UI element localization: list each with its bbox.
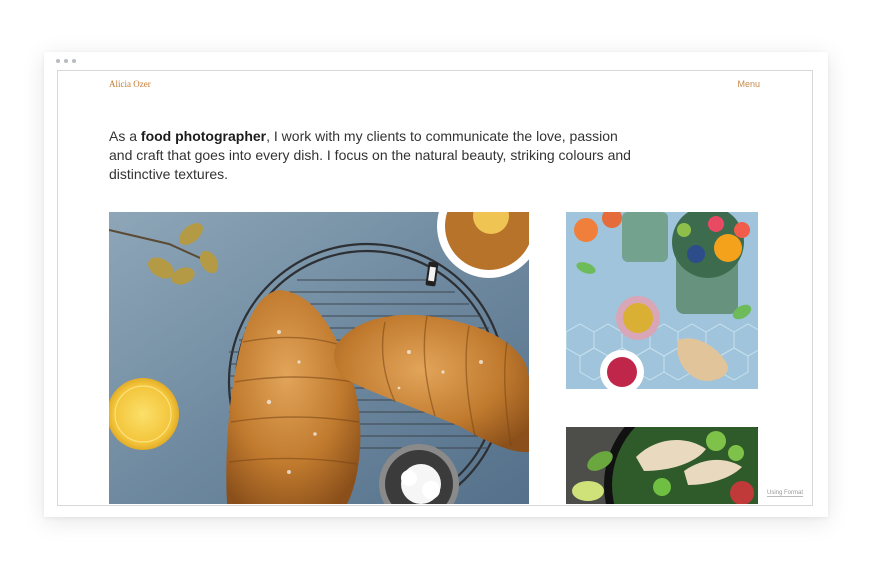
smoothies-image [566, 212, 758, 389]
intro-highlight: food photographer [140, 128, 267, 144]
intro-paragraph: As a food photographer, I work with my c… [109, 127, 634, 184]
site-logo[interactable]: Alicia Ozer [109, 79, 151, 89]
croissants-image [109, 212, 529, 504]
gallery-photo-croissants[interactable] [109, 212, 529, 504]
window-dot-3[interactable] [72, 59, 76, 63]
browser-window: Alicia Ozer Menu As a food photographer,… [44, 52, 828, 517]
website-viewport: Alicia Ozer Menu As a food photographer,… [57, 70, 813, 506]
gallery-photo-smoothies[interactable] [566, 212, 758, 389]
credit-link[interactable]: Using Format [766, 490, 803, 497]
intro-prefix: As a [109, 128, 141, 144]
window-dot-1[interactable] [56, 59, 60, 63]
salad-image [566, 427, 758, 504]
gallery-photo-salad[interactable] [566, 427, 758, 504]
window-controls [56, 59, 76, 63]
window-dot-2[interactable] [64, 59, 68, 63]
menu-link[interactable]: Menu [737, 79, 760, 89]
